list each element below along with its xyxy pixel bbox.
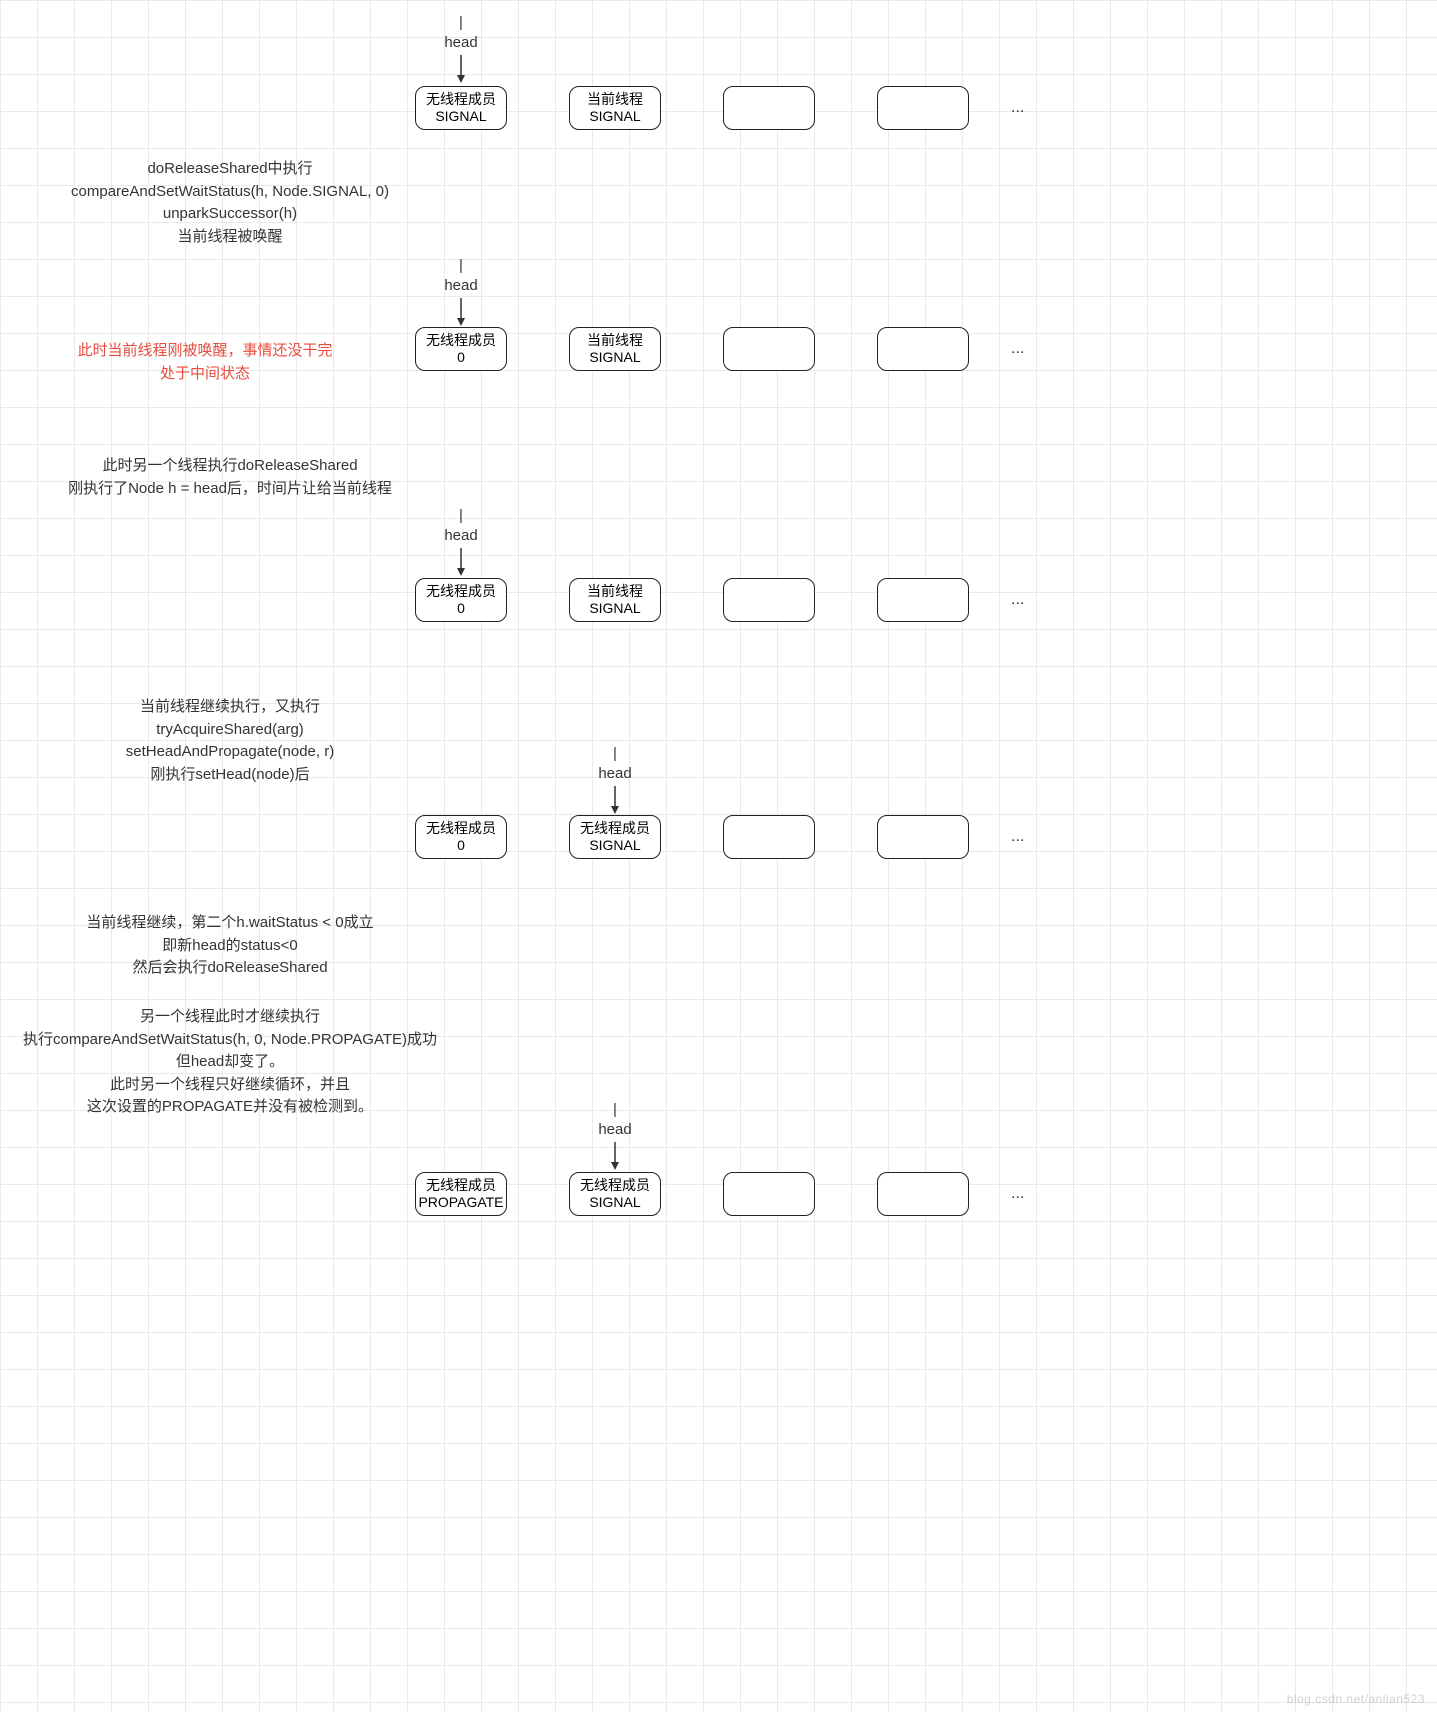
- node-thread-label: 无线程成员: [580, 1177, 650, 1195]
- queue-node: 无线程成员SIGNAL: [415, 86, 507, 130]
- arrow-down-icon: [454, 55, 468, 83]
- queue-node: [877, 86, 969, 130]
- arrow-down-icon: [454, 548, 468, 576]
- node-thread-label: 当前线程: [587, 583, 643, 601]
- head-pointer-1: | head: [436, 15, 486, 83]
- queue-node: [723, 327, 815, 371]
- queue-node: [877, 327, 969, 371]
- head-pointer-3: | head: [436, 508, 486, 576]
- annotation-5a: 当前线程继续，第二个h.waitStatus < 0成立 即新head的stat…: [0, 912, 460, 980]
- node-status-label: 0: [457, 837, 465, 855]
- annotation-2: doReleaseShared中执行 compareAndSetWaitStat…: [0, 158, 460, 248]
- arrow-down-icon: [608, 1142, 622, 1170]
- annotation-5b: 另一个线程此时才继续执行 执行compareAndSetWaitStatus(h…: [0, 1006, 460, 1119]
- queue-node: 无线程成员0: [415, 327, 507, 371]
- node-status-label: SIGNAL: [435, 108, 486, 126]
- queue-node: 无线程成员0: [415, 578, 507, 622]
- queue-node: [877, 1172, 969, 1216]
- ellipsis: ...: [1011, 99, 1024, 117]
- queue-node: [723, 1172, 815, 1216]
- queue-node: 无线程成员SIGNAL: [569, 815, 661, 859]
- tick: |: [459, 258, 463, 273]
- queue-node: 当前线程SIGNAL: [569, 327, 661, 371]
- node-status-label: 0: [457, 600, 465, 618]
- ellipsis: ...: [1011, 591, 1024, 609]
- head-label: head: [444, 34, 477, 51]
- queue-node: 无线程成员0: [415, 815, 507, 859]
- node-thread-label: 无线程成员: [426, 91, 496, 109]
- node-status-label: SIGNAL: [589, 349, 640, 367]
- node-row-2: 无线程成员0 当前线程SIGNAL...: [415, 327, 1024, 371]
- head-pointer-5: | head: [590, 1102, 640, 1170]
- queue-node: [723, 578, 815, 622]
- annotation-4: 当前线程继续执行，又执行 tryAcquireShared(arg) setHe…: [0, 696, 460, 786]
- node-row-1: 无线程成员SIGNAL当前线程SIGNAL...: [415, 86, 1024, 130]
- tick: |: [459, 508, 463, 523]
- queue-node: 无线程成员PROPAGATE: [415, 1172, 507, 1216]
- head-pointer-4: | head: [590, 746, 640, 814]
- queue-node: [877, 815, 969, 859]
- node-thread-label: 无线程成员: [580, 820, 650, 838]
- queue-node: 当前线程SIGNAL: [569, 578, 661, 622]
- node-status-label: PROPAGATE: [418, 1194, 503, 1212]
- node-status-label: 0: [457, 349, 465, 367]
- queue-node: 无线程成员SIGNAL: [569, 1172, 661, 1216]
- queue-node: [723, 86, 815, 130]
- node-row-3: 无线程成员0 当前线程SIGNAL...: [415, 578, 1024, 622]
- tick: |: [459, 15, 463, 30]
- arrow-down-icon: [608, 786, 622, 814]
- watermark: blog.csdn.net/anlian523: [1287, 1692, 1425, 1706]
- head-label: head: [444, 277, 477, 294]
- node-status-label: SIGNAL: [589, 108, 640, 126]
- node-thread-label: 无线程成员: [426, 583, 496, 601]
- node-row-5: 无线程成员PROPAGATE无线程成员SIGNAL...: [415, 1172, 1024, 1216]
- node-status-label: SIGNAL: [589, 1194, 640, 1212]
- tick: |: [613, 1102, 617, 1117]
- tick: |: [613, 746, 617, 761]
- node-thread-label: 无线程成员: [426, 820, 496, 838]
- ellipsis: ...: [1011, 1185, 1024, 1203]
- queue-node: [723, 815, 815, 859]
- head-label: head: [598, 1121, 631, 1138]
- arrow-down-icon: [454, 298, 468, 326]
- queue-node: [877, 578, 969, 622]
- node-thread-label: 无线程成员: [426, 1177, 496, 1195]
- node-thread-label: 无线程成员: [426, 332, 496, 350]
- head-label: head: [598, 765, 631, 782]
- node-status-label: SIGNAL: [589, 600, 640, 618]
- ellipsis: ...: [1011, 828, 1024, 846]
- node-row-4: 无线程成员0无线程成员SIGNAL...: [415, 815, 1024, 859]
- node-thread-label: 当前线程: [587, 332, 643, 350]
- ellipsis: ...: [1011, 340, 1024, 358]
- annotation-2-mid: 此时当前线程刚被唤醒，事情还没干完 处于中间状态: [0, 340, 410, 385]
- head-pointer-2: | head: [436, 258, 486, 326]
- node-thread-label: 当前线程: [587, 91, 643, 109]
- node-status-label: SIGNAL: [589, 837, 640, 855]
- queue-node: 当前线程SIGNAL: [569, 86, 661, 130]
- head-label: head: [444, 527, 477, 544]
- annotation-3: 此时另一个线程执行doReleaseShared 刚执行了Node h = he…: [0, 455, 460, 500]
